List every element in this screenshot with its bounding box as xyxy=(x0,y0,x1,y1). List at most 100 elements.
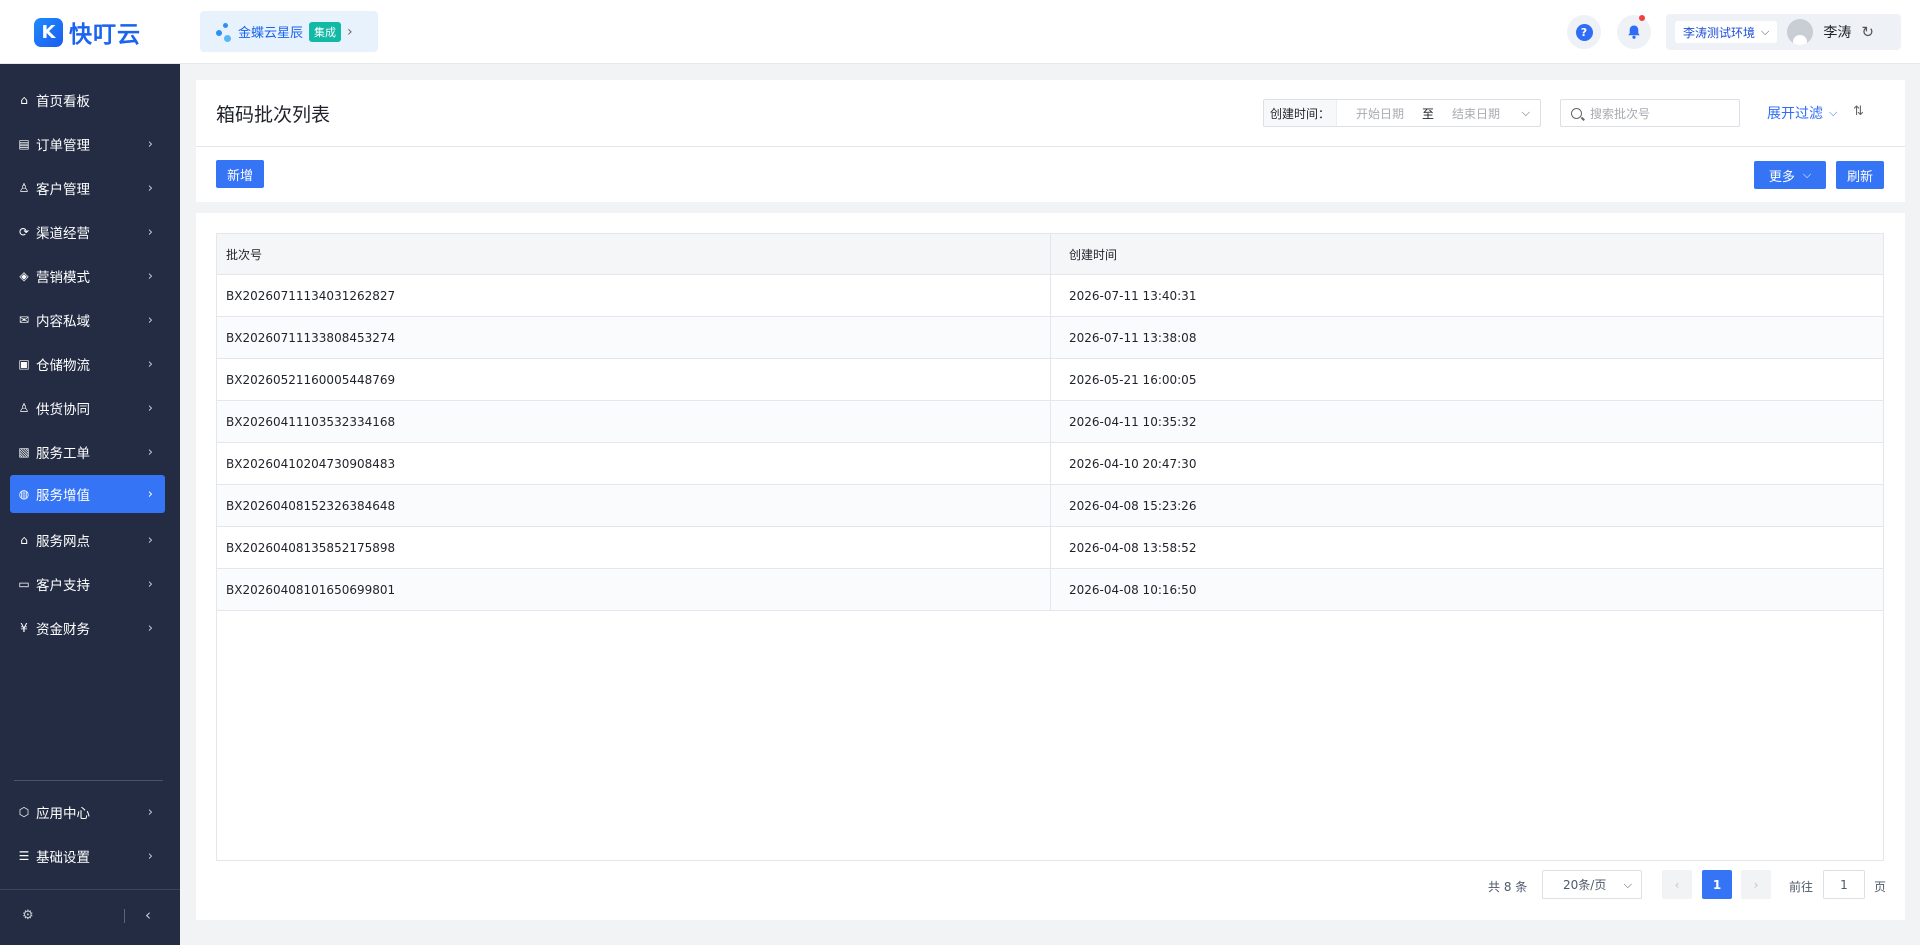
table-row[interactable]: BX20260521160005448769 2026-05-21 16:00:… xyxy=(217,359,1883,401)
notification-button[interactable] xyxy=(1617,15,1651,49)
goto-page-input[interactable] xyxy=(1823,870,1865,899)
help-button[interactable]: ? xyxy=(1567,15,1601,49)
chevron-down-icon: ⌵ xyxy=(1521,106,1530,119)
created-time-cell: 2026-04-10 20:47:30 xyxy=(1069,456,1197,471)
sidebar-item-label: 仓储物流 xyxy=(36,358,90,374)
environment-label: 李涛测试环境 xyxy=(1683,25,1756,40)
avatar[interactable] xyxy=(1787,19,1814,45)
column-divider xyxy=(1050,275,1051,316)
sidebar-item-finance[interactable]: ¥ 资金财务 › xyxy=(10,609,165,647)
content-icon: ✉ xyxy=(18,313,30,327)
sidebar-item-settings[interactable]: ☰ 基础设置 › xyxy=(10,837,165,875)
search-placeholder: 搜索批次号 xyxy=(1590,106,1651,121)
column-divider xyxy=(1050,527,1051,568)
collapse-sidebar-icon[interactable]: ‹ xyxy=(145,906,151,924)
sidebar-item-label: 服务网点 xyxy=(36,534,90,550)
batch-no-cell: BX20260711133808453274 xyxy=(226,330,396,345)
date-range-picker[interactable]: 创建时间： 开始日期 至 结束日期 ⌵ xyxy=(1263,99,1541,127)
add-button[interactable]: 新增 xyxy=(216,160,264,188)
batch-no-cell: BX20260711134031262827 xyxy=(226,288,396,303)
sidebar-item-value-added[interactable]: ◍ 服务增值 › xyxy=(10,475,165,513)
chevron-right-icon: › xyxy=(147,804,153,820)
table-row[interactable]: BX20260411103532334168 2026-04-11 10:35:… xyxy=(217,401,1883,443)
search-input[interactable]: 搜索批次号 xyxy=(1560,99,1740,127)
sidebar-item-warehouse[interactable]: ▣ 仓储物流 › xyxy=(10,345,165,383)
channel-icon: ⟳ xyxy=(18,225,30,239)
sidebar-item-outlets[interactable]: ⌂ 服务网点 › xyxy=(10,521,165,559)
table-row[interactable]: BX20260408101650699801 2026-04-08 10:16:… xyxy=(217,569,1883,611)
chevron-down-icon: ⌵ xyxy=(1829,106,1838,119)
table-row[interactable]: BX20260711134031262827 2026-07-11 13:40:… xyxy=(217,275,1883,317)
date-end-field[interactable]: 结束日期 xyxy=(1452,105,1500,122)
sidebar-item-supply[interactable]: ♙ 供货协同 › xyxy=(10,389,165,427)
batch-no-cell: BX20260411103532334168 xyxy=(226,414,396,429)
environment-selector[interactable]: 李涛测试环境 ⌵ xyxy=(1675,21,1778,43)
chevron-right-icon: › xyxy=(147,356,153,372)
prev-page-button[interactable]: ‹ xyxy=(1662,870,1692,899)
date-start-field[interactable]: 开始日期 xyxy=(1356,105,1404,122)
table-row[interactable]: BX20260711133808453274 2026-07-11 13:38:… xyxy=(217,317,1883,359)
sort-icon[interactable]: ⇅ xyxy=(1853,104,1864,119)
more-button[interactable]: 更多 ⌵ xyxy=(1754,161,1826,189)
logo-mark-icon: K xyxy=(34,17,63,47)
app-logo[interactable]: K 快叮云 xyxy=(34,15,141,49)
created-time-cell: 2026-07-11 13:38:08 xyxy=(1069,330,1197,345)
integration-badge: 集成 xyxy=(309,21,342,42)
page-size-select[interactable]: 20条/页 ⌵ xyxy=(1542,870,1642,899)
sidebar-item-channels[interactable]: ⟳ 渠道经营 › xyxy=(10,213,165,251)
divider xyxy=(124,909,125,923)
created-time-cell: 2026-07-11 13:40:31 xyxy=(1069,288,1197,303)
table-row[interactable]: BX20260408135852175898 2026-04-08 13:58:… xyxy=(217,527,1883,569)
next-page-button[interactable]: › xyxy=(1741,870,1771,899)
sidebar-item-label: 内容私域 xyxy=(36,314,90,330)
chevron-right-icon: › xyxy=(147,180,153,196)
sidebar-item-label: 应用中心 xyxy=(36,806,90,822)
sidebar-item-label: 首页看板 xyxy=(36,94,90,110)
sidebar-item-label: 基础设置 xyxy=(36,850,90,866)
sidebar-item-orders[interactable]: ▤ 订单管理 › xyxy=(10,125,165,163)
notification-dot xyxy=(1639,15,1645,21)
header-panel: 箱码批次列表 创建时间： 开始日期 至 结束日期 ⌵ 搜索批次号 展开过滤 ⌵ … xyxy=(196,80,1905,202)
table-row[interactable]: BX20260408152326384648 2026-04-08 15:23:… xyxy=(217,485,1883,527)
sidebar-footer: ⚙ ‹ xyxy=(0,889,180,945)
sidebar-item-app-center[interactable]: ⬡ 应用中心 › xyxy=(10,793,165,831)
table-row[interactable]: BX20260410204730908483 2026-04-10 20:47:… xyxy=(217,443,1883,485)
column-header-batch-no[interactable]: 批次号 xyxy=(226,234,262,274)
integration-switcher[interactable]: 金蝶云星辰 集成 › xyxy=(200,11,378,52)
chevron-right-icon: › xyxy=(147,848,153,864)
sidebar-item-label: 服务工单 xyxy=(36,446,90,462)
sidebar-item-support[interactable]: ▭ 客户支持 › xyxy=(10,565,165,603)
expand-filter-button[interactable]: 展开过滤 ⌵ xyxy=(1767,103,1837,123)
chevron-down-icon: ⌵ xyxy=(1802,168,1812,181)
help-icon: ? xyxy=(1575,23,1593,41)
sidebar-item-customers[interactable]: ♙ 客户管理 › xyxy=(10,169,165,207)
column-divider xyxy=(1050,317,1051,358)
chevron-right-icon: › xyxy=(147,224,153,240)
chevron-right-icon: › xyxy=(147,136,153,152)
table-header: 批次号 创建时间 xyxy=(217,234,1883,275)
chevron-right-icon: › xyxy=(147,444,153,460)
bag-icon: ◍ xyxy=(18,487,30,501)
logo-text: 快叮云 xyxy=(69,22,141,48)
chevron-right-icon: › xyxy=(147,576,153,592)
sidebar-item-label: 营销模式 xyxy=(36,270,90,286)
gear-icon[interactable]: ⚙ xyxy=(22,908,34,923)
sidebar-item-content[interactable]: ✉ 内容私域 › xyxy=(10,301,165,339)
chevron-right-icon: › xyxy=(147,486,153,502)
refresh-button[interactable]: 刷新 xyxy=(1836,161,1884,189)
page-title: 箱码批次列表 xyxy=(216,104,331,126)
reload-icon[interactable]: ↻ xyxy=(1861,23,1874,41)
column-divider xyxy=(1050,569,1051,610)
column-header-created-time[interactable]: 创建时间 xyxy=(1069,234,1117,274)
page-number-button[interactable]: 1 xyxy=(1702,870,1732,899)
page-suffix-label: 页 xyxy=(1874,880,1887,894)
chevron-down-icon: ⌵ xyxy=(1623,877,1632,891)
batch-table: 批次号 创建时间 BX20260711134031262827 2026-07-… xyxy=(216,233,1884,861)
column-divider xyxy=(1050,485,1051,526)
sidebar-item-marketing[interactable]: ◈ 营销模式 › xyxy=(10,257,165,295)
content-panel: 批次号 创建时间 BX20260711134031262827 2026-07-… xyxy=(196,213,1905,920)
sidebar-item-workorders[interactable]: ▧ 服务工单 › xyxy=(10,433,165,471)
batch-no-cell: BX20260521160005448769 xyxy=(226,372,396,387)
sidebar-item-home[interactable]: ⌂ 首页看板 xyxy=(10,81,165,119)
support-icon: ▭ xyxy=(18,577,30,591)
